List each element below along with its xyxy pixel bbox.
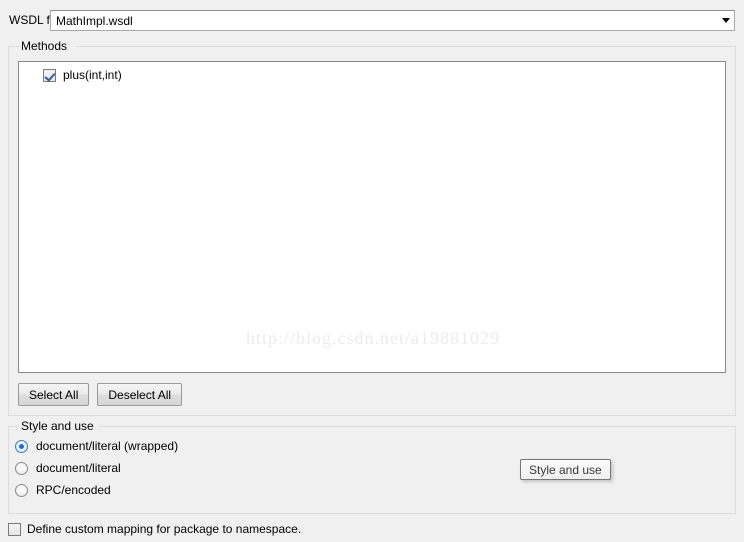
- list-item[interactable]: plus(int,int): [19, 66, 725, 84]
- custom-mapping-checkbox[interactable]: [8, 522, 21, 536]
- methods-button-row: Select All Deselect All: [18, 383, 183, 406]
- custom-mapping-row[interactable]: Define custom mapping for package to nam…: [8, 522, 301, 536]
- methods-group-border-left: [9, 46, 19, 47]
- radio-button[interactable]: [15, 461, 28, 475]
- style-and-use-legend: Style and use: [21, 419, 94, 433]
- chevron-down-icon[interactable]: [717, 11, 734, 30]
- radio-button[interactable]: [15, 439, 28, 453]
- wsdl-file-value: MathImpl.wsdl: [56, 13, 133, 28]
- radio-option-document-literal-wrapped[interactable]: document/literal (wrapped): [15, 438, 735, 454]
- methods-group: Methods plus(int,int) http://blog.csdn.n…: [8, 39, 736, 416]
- method-label: plus(int,int): [63, 68, 122, 82]
- style-group-border-right: [99, 426, 735, 427]
- style-group-border-left: [9, 426, 19, 427]
- methods-group-border-right: [76, 46, 735, 47]
- radio-label: RPC/encoded: [36, 483, 111, 497]
- radio-label: document/literal (wrapped): [36, 439, 179, 453]
- custom-mapping-label: Define custom mapping for package to nam…: [27, 522, 302, 536]
- watermark-text: http://blog.csdn.net/a19881029: [246, 328, 500, 348]
- select-all-button[interactable]: Select All: [18, 383, 90, 406]
- method-checkbox[interactable]: [43, 68, 56, 82]
- wsdl-file-combobox[interactable]: MathImpl.wsdl: [50, 10, 735, 31]
- radio-label: document/literal: [36, 461, 121, 475]
- style-and-use-group: Style and use document/literal (wrapped)…: [8, 419, 736, 514]
- methods-list[interactable]: plus(int,int) http://blog.csdn.net/a1988…: [18, 61, 726, 373]
- tooltip: Style and use: [520, 459, 611, 480]
- radio-option-rpc-encoded[interactable]: RPC/encoded: [15, 482, 735, 498]
- methods-group-legend: Methods: [21, 39, 68, 53]
- radio-option-document-literal[interactable]: document/literal: [15, 460, 735, 476]
- radio-button[interactable]: [15, 483, 28, 497]
- deselect-all-button[interactable]: Deselect All: [97, 383, 183, 406]
